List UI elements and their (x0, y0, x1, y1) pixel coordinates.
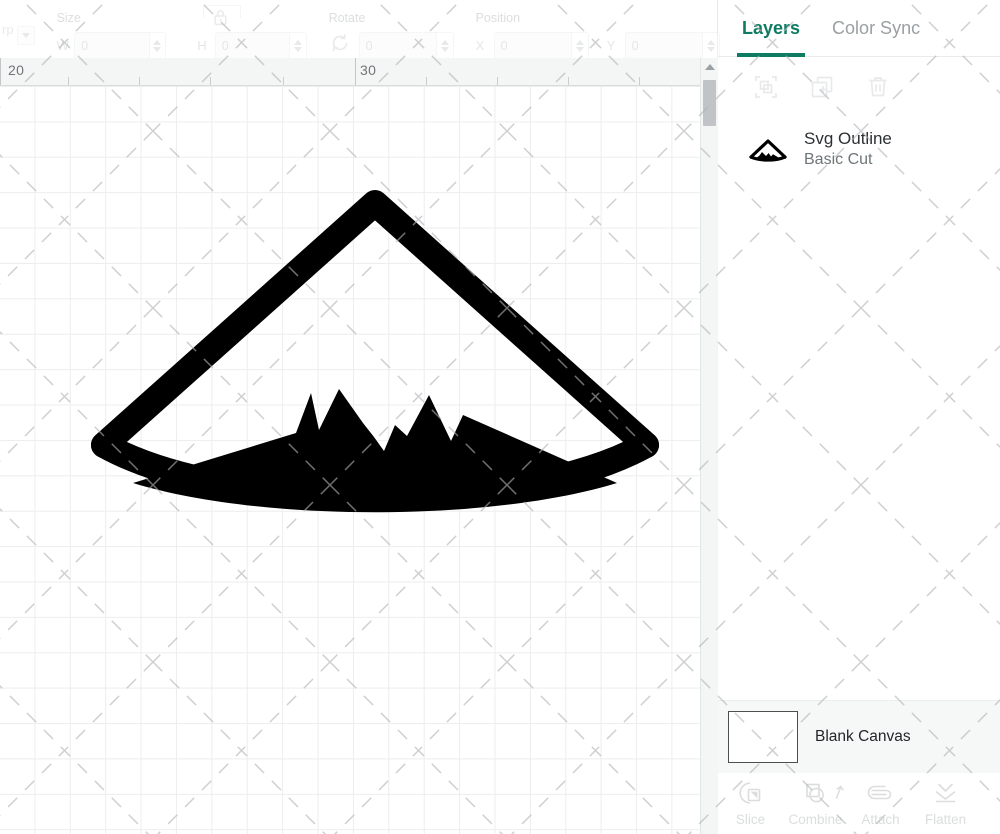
layer-subtitle: Basic Cut (804, 151, 873, 169)
delete-icon[interactable] (863, 72, 893, 102)
duplicate-icon[interactable] (807, 72, 837, 102)
layer-title: Svg Outline (804, 128, 892, 148)
blank-canvas-thumb (728, 711, 798, 763)
canvas-layer-row[interactable]: Blank Canvas (718, 700, 1000, 773)
mountain-peaks-outline (91, 190, 659, 513)
mountain-thumb-icon (746, 134, 790, 164)
pos-y-stepper[interactable] (702, 32, 719, 59)
chevron-down-icon[interactable] (16, 25, 35, 45)
tab-layers[interactable]: Layers (736, 0, 806, 57)
layers-panel: Layers Color Sync Svg Outline Basic Cut … (717, 0, 1000, 834)
combine-button[interactable]: Combine (783, 778, 848, 827)
rotate-icon (329, 32, 351, 59)
combine-chevron-icon[interactable] (830, 784, 848, 802)
rotate-input[interactable] (359, 32, 437, 59)
pos-x-input[interactable] (494, 32, 572, 59)
height-input-wrap[interactable] (214, 31, 307, 60)
width-label: W (56, 38, 69, 53)
pos-x-label: X (475, 38, 485, 53)
panel-tabs: Layers Color Sync (718, 0, 1000, 57)
flatten-button[interactable]: Flatten (913, 778, 978, 827)
width-stepper[interactable] (148, 32, 165, 59)
pos-y-label: Y (606, 38, 616, 53)
height-input[interactable] (215, 32, 290, 59)
pos-x-input-wrap[interactable] (493, 31, 589, 60)
attach-button[interactable]: Attach (848, 778, 913, 827)
width-input-wrap[interactable] (74, 31, 166, 60)
toolbar-group-size: Size W H (56, 0, 307, 60)
slice-label: Slice (735, 812, 766, 827)
layer-text-block: Svg Outline Basic Cut (804, 129, 892, 170)
tab-color-sync-label: Color Sync (832, 17, 921, 38)
size-label: Size (56, 11, 81, 25)
combine-label: Combine (788, 812, 843, 827)
properties-toolbar: rp Size W H (0, 0, 720, 60)
ruler-label-20: 20 (8, 62, 25, 78)
rotate-input-wrap[interactable] (358, 31, 454, 60)
scroll-thumb[interactable] (703, 80, 716, 126)
height-stepper[interactable] (289, 32, 306, 59)
pos-y-input[interactable] (625, 32, 703, 59)
toolbar-group-position: Position X Y (475, 0, 720, 60)
toolbar-left-cut-label: rp (2, 21, 14, 37)
contour-button[interactable]: Co (978, 778, 1000, 827)
design-canvas[interactable] (0, 85, 700, 834)
slice-button[interactable]: Slice (718, 778, 783, 827)
toolbar-left-overflow[interactable]: rp (0, 0, 35, 58)
canvas-artwork[interactable] (0, 85, 700, 834)
canvas-vertical-scrollbar[interactable] (700, 58, 718, 834)
combine-icon (802, 778, 829, 808)
toolbar-group-rotate: Rotate (328, 0, 454, 60)
layer-list[interactable]: Svg Outline Basic Cut (718, 117, 1000, 702)
flatten-icon (932, 778, 959, 808)
rotate-label: Rotate (328, 11, 366, 25)
slice-icon (737, 778, 764, 808)
horizontal-ruler[interactable]: 20 30 (0, 58, 717, 86)
ruler-label-30: 30 (360, 62, 377, 78)
pos-y-input-wrap[interactable] (624, 31, 720, 60)
lock-aspect-icon[interactable] (209, 6, 233, 28)
tab-layers-label: Layers (742, 17, 801, 38)
pos-x-stepper[interactable] (571, 32, 588, 59)
list-item[interactable]: Svg Outline Basic Cut (718, 117, 1000, 181)
rotate-stepper[interactable] (436, 32, 453, 59)
blank-canvas-label: Blank Canvas (815, 728, 911, 745)
attach-icon (866, 778, 895, 808)
group-icon[interactable] (751, 72, 781, 102)
editor-area: rp Size W H (0, 0, 720, 834)
height-label: H (197, 38, 207, 53)
layer-operations-bar: Slice Combine Attach Flatten (718, 773, 1000, 834)
width-input[interactable] (75, 32, 149, 59)
layer-actions-toolbar (718, 57, 1000, 117)
position-label: Position (475, 11, 521, 25)
attach-label: Attach (861, 812, 900, 827)
scroll-up-arrow-icon[interactable] (701, 58, 718, 75)
flatten-label: Flatten (924, 812, 967, 827)
tab-color-sync[interactable]: Color Sync (832, 0, 920, 57)
app-root: rp Size W H (0, 0, 1000, 834)
